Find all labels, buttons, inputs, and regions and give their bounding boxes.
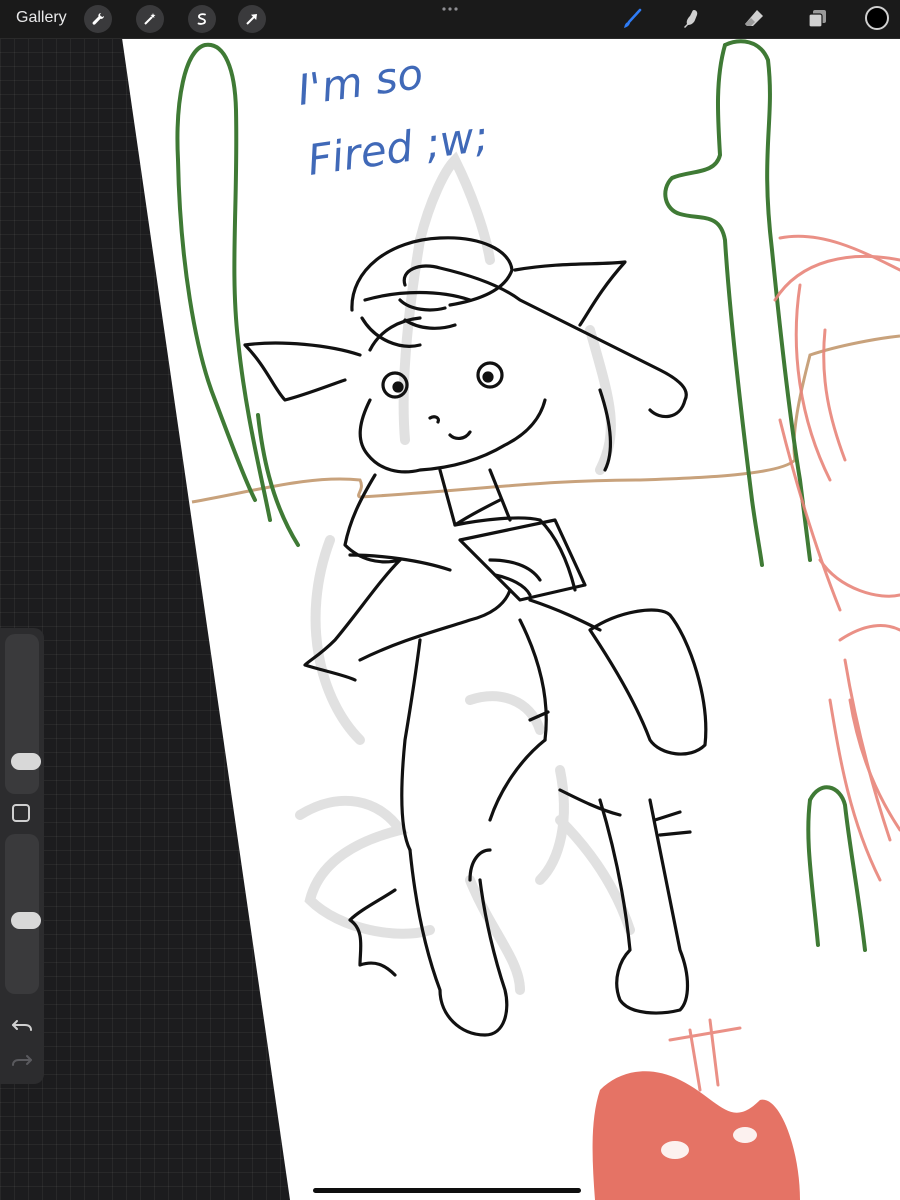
layers-icon xyxy=(808,10,826,28)
modify-button[interactable] xyxy=(12,804,30,822)
color-picker-button[interactable] xyxy=(865,6,889,30)
drawing-canvas[interactable]: I'm so Fired ;w; xyxy=(0,38,900,1200)
selection-s-icon xyxy=(197,13,206,25)
brush-icon xyxy=(624,8,642,28)
left-sidebar xyxy=(0,628,44,1084)
redo-icon[interactable] xyxy=(10,1051,34,1071)
undo-icon[interactable] xyxy=(10,1016,34,1036)
gallery-button[interactable]: Gallery xyxy=(16,9,67,27)
opacity-thumb[interactable] xyxy=(11,912,41,930)
smudge-tool-button[interactable] xyxy=(678,5,706,33)
smudge-finger-icon xyxy=(684,10,698,28)
transform-button[interactable] xyxy=(238,5,266,33)
actions-button[interactable] xyxy=(84,5,112,33)
opacity-slider[interactable] xyxy=(5,834,41,994)
eraser-tool-button[interactable] xyxy=(740,5,768,33)
eraser-icon xyxy=(745,10,763,26)
canvas-paper xyxy=(122,38,900,1200)
top-toolbar: Gallery xyxy=(0,0,900,39)
layers-button[interactable] xyxy=(803,5,831,33)
more-options-icon[interactable] xyxy=(440,2,460,16)
brush-size-thumb[interactable] xyxy=(11,752,41,770)
arrow-cursor-icon xyxy=(246,14,257,25)
selection-button[interactable] xyxy=(188,5,216,33)
brush-tool-button[interactable] xyxy=(618,5,646,33)
wrench-icon xyxy=(92,13,104,25)
magic-wand-icon xyxy=(144,13,156,25)
adjustments-button[interactable] xyxy=(136,5,164,33)
brush-size-slider[interactable] xyxy=(5,634,41,794)
home-indicator xyxy=(313,1188,581,1193)
